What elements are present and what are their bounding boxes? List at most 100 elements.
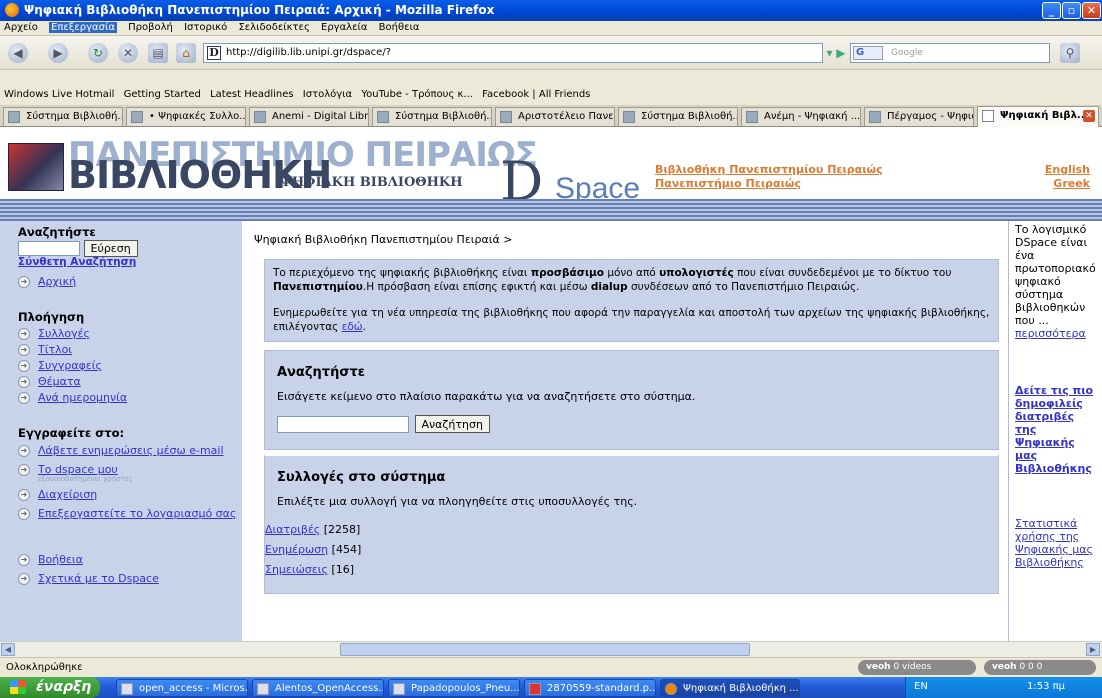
sidebar-item-email-alerts[interactable]: ➜ Λάβετε ενημερώσεις μέσω e-mail <box>18 443 242 459</box>
clock: 1:53 πμ <box>1027 681 1066 692</box>
university-link[interactable]: Πανεπιστήμιο Πειραιώς <box>655 177 883 191</box>
tab-label: Ανέμη - Ψηφιακή ... <box>764 111 861 122</box>
usage-statistics-link[interactable]: Στατιστικά χρήσης της Ψηφιακής μας Βιβλι… <box>1015 517 1098 569</box>
scroll-left-icon[interactable]: ◀ <box>1 643 15 656</box>
tab-4[interactable]: Σύστημα Βιβλιοθή... <box>372 107 492 126</box>
library-link[interactable]: Βιβλιοθήκη Πανεπιστημίου Πειραιώς <box>655 163 883 177</box>
close-tab-icon[interactable]: ✕ <box>1083 110 1095 122</box>
sidebar-item-my-dspace[interactable]: ➜ Το dspace μου <box>18 462 242 478</box>
taskbar-item-word-2[interactable]: Alentos_OpenAccess... <box>252 679 384 697</box>
google-icon[interactable]: G <box>853 46 883 60</box>
sidebar-item-label: Θέματα <box>38 375 81 388</box>
sidebar-item-help[interactable]: ➜ Βοήθεια <box>18 552 242 568</box>
menu-view[interactable]: Προβολή <box>128 22 173 33</box>
menu-tools[interactable]: Εργαλεία <box>321 22 367 33</box>
collection-link-news[interactable]: Ενημέρωση <box>265 543 328 556</box>
home-icon[interactable]: ⌂ <box>176 43 196 63</box>
word-icon <box>121 683 133 695</box>
sidebar-item-label: Ανά ημερομηνία <box>38 391 128 404</box>
search-instruction: Εισάγετε κείμενο στο πλαίσιο παρακάτω γι… <box>277 390 696 403</box>
tab-1[interactable]: Σύστημα Βιβλιοθή... <box>3 107 123 126</box>
newtab-icon[interactable]: ▤ <box>148 43 168 63</box>
more-link[interactable]: περισσότερα <box>1015 327 1098 340</box>
tab-8[interactable]: Πέργαμος - Ψηφια... <box>864 107 974 126</box>
menu-bookmarks[interactable]: Σελιδοδείκτες <box>238 22 309 33</box>
breadcrumb[interactable]: Ψηφιακή Βιβλιοθήκη Πανεπιστημίου Πειραιά… <box>254 233 512 246</box>
tab-5[interactable]: Αριστοτέλειο Πανε... <box>495 107 615 126</box>
maximize-button[interactable]: ▫ <box>1062 2 1081 19</box>
main-search-button[interactable]: Αναζήτηση <box>414 415 490 433</box>
taskbar-item-firefox[interactable]: Ψηφιακή Βιβλιοθήκη ... <box>660 679 800 697</box>
menu-history[interactable]: Ιστορικό <box>184 22 227 33</box>
collections-instruction: Επιλέξτε μια συλλογή για να πλοηγηθείτε … <box>277 495 638 508</box>
header-links: Βιβλιοθήκη Πανεπιστημίου Πειραιώς Πανεπι… <box>655 163 883 191</box>
taskbar: έναρξη open_access - Micros... Alentos_O… <box>0 677 1102 698</box>
here-link[interactable]: εδώ <box>342 321 363 333</box>
taskbar-item-word-3[interactable]: Papadopoulos_Pneu... <box>388 679 520 697</box>
header-stripe <box>0 199 1102 221</box>
menu-edit[interactable]: Επεξεργασία <box>49 22 117 33</box>
bookmark-hotmail[interactable]: Windows Live Hotmail <box>4 89 114 100</box>
bookmark-getting-started[interactable]: Getting Started <box>124 89 201 100</box>
bookmark-blogs[interactable]: Ιστολόγια <box>303 89 352 100</box>
sidebar-item-subjects[interactable]: ➜ Θέματα <box>18 374 242 390</box>
tab-favicon-icon <box>254 111 266 123</box>
menu-file[interactable]: Αρχείο <box>4 22 38 33</box>
arrow-bullet-icon: ➜ <box>18 344 30 356</box>
sidebar-item-collections[interactable]: ➜ Συλλογές <box>18 326 242 342</box>
tab-7[interactable]: Ανέμη - Ψηφιακή ... <box>741 107 861 126</box>
sidebar-item-home[interactable]: ➜ Αρχική <box>18 274 242 290</box>
taskbar-item-pdf[interactable]: 2870559-standard.p... <box>524 679 656 697</box>
english-link[interactable]: English <box>1045 163 1090 177</box>
popular-theses-link[interactable]: Δείτε τις πιο δημοφιλείς διατριβές της Ψ… <box>1015 384 1098 475</box>
sidebar-search-input[interactable] <box>18 241 80 256</box>
horizontal-scrollbar[interactable]: ◀ ▶ <box>0 641 1102 657</box>
collection-link-theses[interactable]: Διατριβές <box>265 523 320 536</box>
tab-active[interactable]: Ψηφιακή Βιβλ... ✕ <box>977 106 1099 127</box>
tab-2[interactable]: • Ψηφιακές Συλλο... <box>126 107 246 126</box>
language-indicator[interactable]: EN <box>914 681 928 692</box>
start-button[interactable]: έναρξη <box>0 677 100 698</box>
search-icon[interactable]: ⚲ <box>1060 43 1080 63</box>
main-search-input[interactable] <box>277 415 409 433</box>
sidebar-item-authors[interactable]: ➜ Συγγραφείς <box>18 358 242 374</box>
arrow-bullet-icon: ➜ <box>18 489 30 501</box>
veoh-videos-widget[interactable]: veoh 0 videos <box>858 660 976 675</box>
tab-3[interactable]: Anemi - Digital Libr... <box>249 107 369 126</box>
go-arrow-icon[interactable]: ▾ ▶ <box>826 44 846 62</box>
veoh-counts-widget[interactable]: veoh 0 0 0 <box>984 660 1096 675</box>
greek-link[interactable]: Greek <box>1045 177 1090 191</box>
tab-label: Ψηφιακή Βιβλ... <box>1000 110 1089 121</box>
forward-icon[interactable]: ▶ <box>48 43 68 63</box>
url-bar[interactable]: D http://digilib.lib.unipi.gr/dspace/? <box>203 43 823 63</box>
sidebar-item-by-date[interactable]: ➜ Ανά ημερομηνία <box>18 390 242 406</box>
sidebar-search-button[interactable]: Εύρεση <box>83 240 138 257</box>
stop-icon[interactable]: ✕ <box>118 43 138 63</box>
bookmark-youtube[interactable]: YouTube - Τρόπους κ... <box>361 89 473 100</box>
reload-icon[interactable]: ↻ <box>88 43 108 63</box>
tab-favicon-icon <box>500 111 512 123</box>
tab-label: Αριστοτέλειο Πανε... <box>518 111 615 122</box>
tab-favicon-icon <box>746 111 758 123</box>
word-icon <box>257 683 269 695</box>
sidebar-item-edit-profile[interactable]: ➜ Επεξεργαστείτε το λογαριασμό σας <box>18 506 242 522</box>
sidebar-item-titles[interactable]: ➜ Τίτλοι <box>18 342 242 358</box>
list-item: Σημειώσεις [16] <box>265 560 986 580</box>
menu-help[interactable]: Βοήθεια <box>379 22 420 33</box>
sidebar-item-about[interactable]: ➜ Σχετικά με το Dspace <box>18 571 242 587</box>
scroll-thumb[interactable] <box>340 643 750 656</box>
search-box[interactable]: G Google <box>850 43 1050 63</box>
advanced-search-link[interactable]: Σύνθετη Αναζήτηση <box>18 256 242 268</box>
sidebar-item-admin[interactable]: ➜ Διαχείριση <box>18 487 242 503</box>
back-icon[interactable]: ◀ <box>8 43 28 63</box>
bookmark-facebook[interactable]: Facebook | All Friends <box>482 89 590 100</box>
scroll-right-icon[interactable]: ▶ <box>1086 643 1100 656</box>
close-window-button[interactable]: ✕ <box>1082 2 1101 19</box>
taskbar-item-word-1[interactable]: open_access - Micros... <box>116 679 248 697</box>
collections-panel: Συλλογές στο σύστημα Επιλέξτε μια συλλογ… <box>264 454 999 594</box>
bookmark-latest-headlines[interactable]: Latest Headlines <box>210 89 294 100</box>
collection-link-notes[interactable]: Σημειώσεις <box>265 563 328 576</box>
tab-6[interactable]: Σύστημα Βιβλιοθή... <box>618 107 738 126</box>
list-item: Διατριβές [2258] <box>265 520 986 540</box>
minimize-button[interactable]: _ <box>1042 2 1061 19</box>
